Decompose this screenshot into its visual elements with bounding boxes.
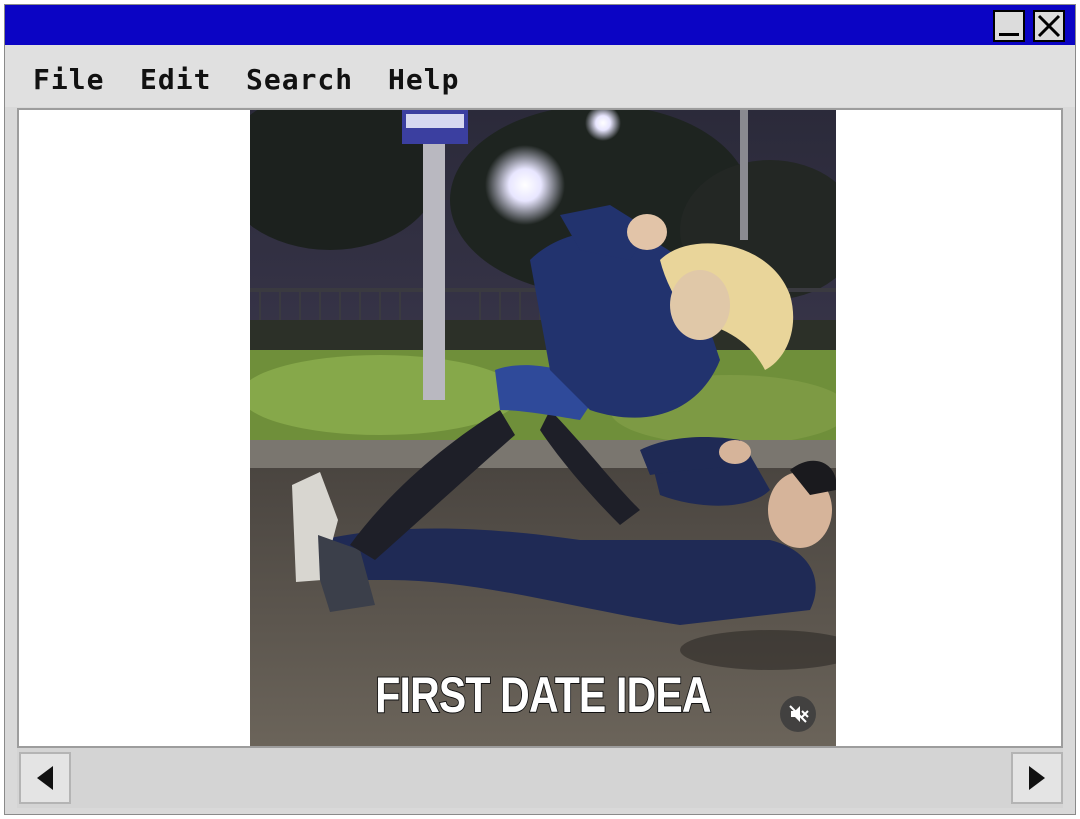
application-window: File Edit Search Help FIRST DATE IDEA bbox=[4, 4, 1076, 815]
title-bar[interactable] bbox=[5, 5, 1075, 45]
arrow-left-icon bbox=[37, 766, 53, 790]
muted-speaker-icon bbox=[789, 705, 809, 723]
content-area: FIRST DATE IDEA bbox=[17, 108, 1063, 748]
minimize-button[interactable] bbox=[993, 10, 1025, 42]
minimize-icon bbox=[999, 33, 1019, 36]
scroll-left-button[interactable] bbox=[19, 752, 71, 804]
horizontal-scrollbar[interactable] bbox=[17, 748, 1063, 808]
menu-search[interactable]: Search bbox=[246, 63, 353, 96]
mute-button[interactable] bbox=[780, 696, 816, 732]
close-button[interactable] bbox=[1033, 10, 1065, 42]
menu-bar: File Edit Search Help bbox=[5, 45, 1075, 107]
scroll-right-button[interactable] bbox=[1011, 752, 1063, 804]
menu-file[interactable]: File bbox=[33, 63, 104, 96]
close-icon bbox=[1037, 14, 1061, 38]
menu-help[interactable]: Help bbox=[388, 63, 459, 96]
meme-photo[interactable]: FIRST DATE IDEA bbox=[250, 110, 836, 746]
menu-edit[interactable]: Edit bbox=[140, 63, 211, 96]
night-scene-illustration bbox=[250, 110, 836, 746]
meme-caption: FIRST DATE IDEA bbox=[374, 666, 712, 724]
scroll-track[interactable] bbox=[73, 752, 1009, 804]
arrow-right-icon bbox=[1029, 766, 1045, 790]
